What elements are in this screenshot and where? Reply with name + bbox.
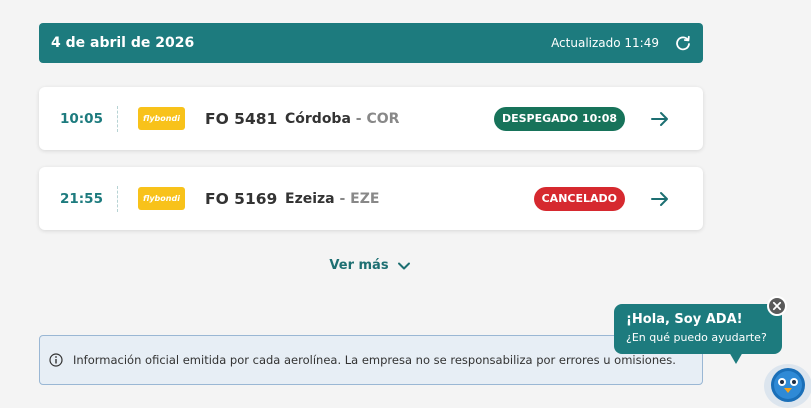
arrow-right-icon[interactable] — [650, 109, 670, 129]
flight-number: FO 5169 — [205, 189, 278, 208]
chat-greeting-bubble[interactable]: ¡Hola, Soy ADA! ¿En qué puedo ayudarte? — [614, 304, 782, 354]
header-right: Actualizado 11:49 — [551, 35, 691, 51]
destination-iata: - EZE — [334, 190, 380, 207]
date-header: 4 de abril de 2026 Actualizado 11:49 — [39, 23, 703, 63]
flight-destination: Córdoba - COR — [285, 111, 399, 127]
divider — [117, 185, 118, 212]
chatbot-avatar-icon[interactable] — [760, 358, 811, 408]
airline-logo: flybondi — [138, 187, 185, 210]
ver-mas-button[interactable]: Ver más — [0, 258, 740, 273]
chevron-down-icon — [397, 262, 410, 269]
chat-title: ¡Hola, Soy ADA! — [626, 312, 743, 327]
destination-city: Córdoba — [285, 110, 351, 127]
status-badge: CANCELADO — [533, 186, 625, 211]
flight-destination: Ezeiza - EZE — [285, 191, 379, 207]
flight-time: 10:05 — [60, 110, 103, 127]
flight-card[interactable]: 21:55 flybondi FO 5169 Ezeiza - EZE CANC… — [39, 167, 703, 230]
destination-iata: - COR — [350, 110, 400, 127]
destination-city: Ezeiza — [285, 190, 335, 207]
airline-logo: flybondi — [138, 107, 185, 130]
info-icon — [49, 353, 63, 367]
flight-card[interactable]: 10:05 flybondi FO 5481 Córdoba - COR DES… — [39, 87, 703, 150]
ver-mas-label: Ver más — [329, 258, 389, 273]
divider — [117, 105, 118, 132]
close-icon[interactable] — [767, 296, 787, 316]
info-notice: Información oficial emitida por cada aer… — [39, 335, 703, 385]
chat-subtitle: ¿En qué puedo ayudarte? — [626, 331, 767, 344]
updated-time: Actualizado 11:49 — [551, 36, 659, 50]
status-badge: DESPEGADO 10:08 — [493, 106, 625, 131]
arrow-right-icon[interactable] — [650, 189, 670, 209]
flight-time: 21:55 — [60, 190, 103, 207]
info-text: Información oficial emitida por cada aer… — [73, 353, 676, 367]
refresh-icon[interactable] — [675, 35, 691, 51]
flight-number: FO 5481 — [205, 109, 278, 128]
chat-bubble-tail — [729, 352, 743, 364]
header-date: 4 de abril de 2026 — [51, 35, 195, 51]
